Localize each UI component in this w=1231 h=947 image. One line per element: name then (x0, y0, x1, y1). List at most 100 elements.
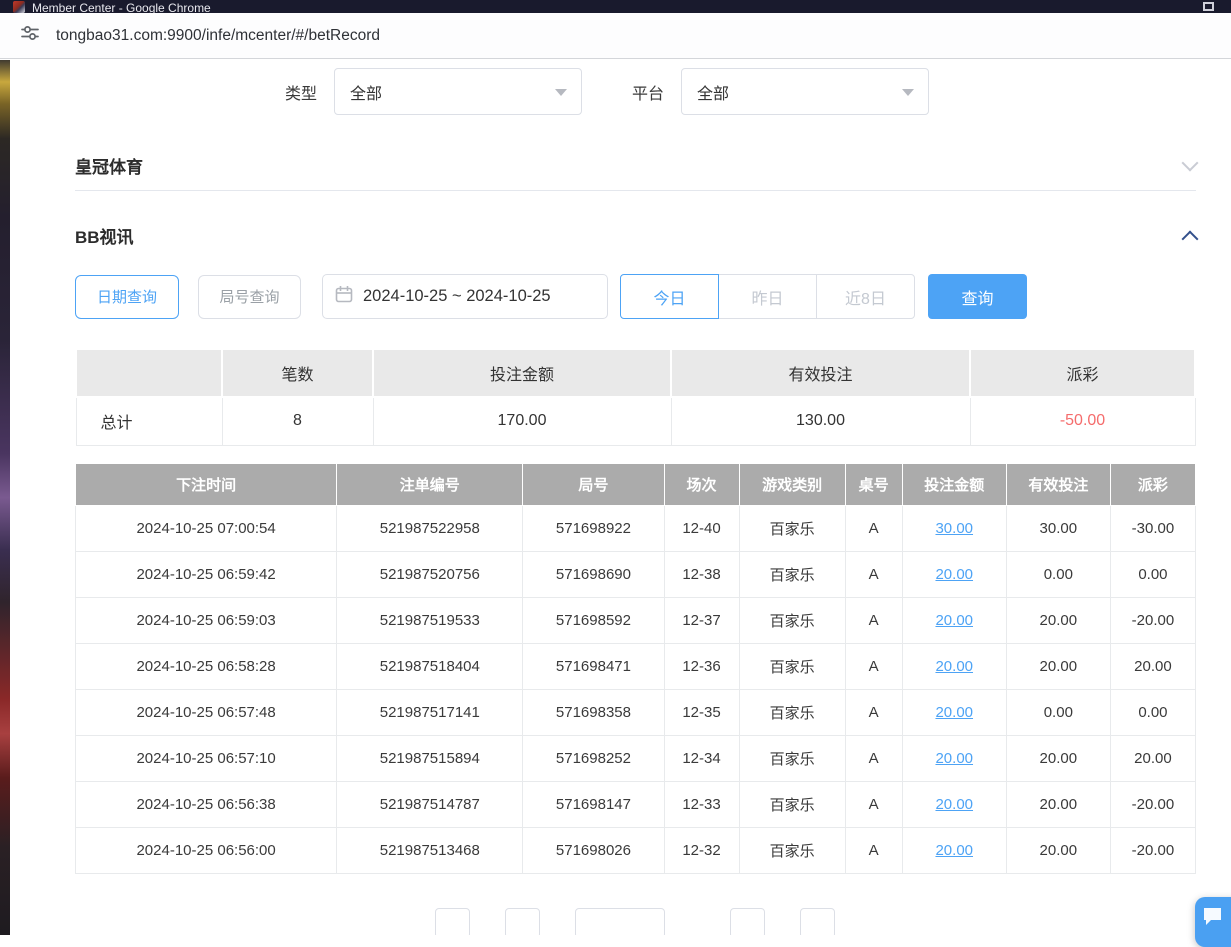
cell-time: 2024-10-25 06:57:10 (76, 735, 337, 781)
cell-game: 百家乐 (739, 827, 845, 873)
section-title: BB视讯 (75, 223, 134, 248)
cell-time: 2024-10-25 06:59:03 (76, 597, 337, 643)
pagination (435, 908, 1196, 936)
round-query-button[interactable]: 局号查询 (198, 275, 301, 319)
cell-round-id: 571698471 (523, 643, 664, 689)
table-row: 2024-10-25 06:56:00521987513468571698026… (76, 827, 1196, 873)
cell-bet-amount[interactable]: 20.00 (902, 689, 1006, 735)
last-8-days-button[interactable]: 近8日 (816, 274, 915, 319)
pagination-next-button[interactable] (730, 908, 765, 936)
cell-valid-bet: 30.00 (1006, 505, 1110, 551)
summary-bet-amount-value: 170.00 (373, 397, 671, 445)
cell-bet-id: 521987515894 (337, 735, 523, 781)
cell-bet-amount[interactable]: 20.00 (902, 643, 1006, 689)
cell-bet-amount[interactable]: 20.00 (902, 827, 1006, 873)
summary-valid-bet-value: 130.00 (671, 397, 970, 445)
cell-time: 2024-10-25 06:57:48 (76, 689, 337, 735)
cell-round-id: 571698147 (523, 781, 664, 827)
quick-date-group: 今日 昨日 近8日 (620, 274, 915, 319)
bet-table-column-header: 投注金额 (902, 463, 1006, 505)
summary-total-label: 总计 (76, 397, 222, 445)
window-titlebar: Member Center - Google Chrome (0, 0, 1231, 13)
cell-time: 2024-10-25 06:56:00 (76, 827, 337, 873)
cell-round-id: 571698690 (523, 551, 664, 597)
section-crown-sports[interactable]: 皇冠体育 (75, 141, 1196, 191)
summary-header-empty (76, 349, 222, 397)
bet-table-column-header: 派彩 (1110, 463, 1195, 505)
bet-table-header-row: 下注时间注单编号局号场次游戏类别桌号投注金额有效投注派彩 (76, 463, 1196, 505)
cell-table: A (845, 827, 902, 873)
pagination-jump-button[interactable] (800, 908, 835, 936)
cell-valid-bet: 20.00 (1006, 597, 1110, 643)
section-bb-video[interactable]: BB视讯 (75, 210, 1196, 260)
yesterday-button[interactable]: 昨日 (718, 274, 817, 319)
bet-table-column-header: 游戏类别 (739, 463, 845, 505)
search-button[interactable]: 查询 (928, 274, 1027, 319)
table-row: 2024-10-25 07:00:54521987522958571698922… (76, 505, 1196, 551)
cell-table: A (845, 643, 902, 689)
maximize-icon[interactable] (1203, 2, 1214, 11)
customer-service-widget[interactable] (1195, 897, 1231, 947)
cell-bet-id: 521987518404 (337, 643, 523, 689)
pagination-prev-button[interactable] (435, 908, 470, 936)
bet-record-page: 类型 全部 平台 全部 皇冠体育 BB视讯 日期查询 局号查询 (10, 60, 1231, 935)
bet-record-table: 下注时间注单编号局号场次游戏类别桌号投注金额有效投注派彩 2024-10-25 … (75, 463, 1196, 874)
cell-valid-bet: 0.00 (1006, 689, 1110, 735)
cell-session: 12-32 (664, 827, 739, 873)
cell-game: 百家乐 (739, 597, 845, 643)
cell-payout: 20.00 (1110, 643, 1195, 689)
cell-game: 百家乐 (739, 689, 845, 735)
table-row: 2024-10-25 06:56:38521987514787571698147… (76, 781, 1196, 827)
cell-bet-amount[interactable]: 20.00 (902, 597, 1006, 643)
window-title: Member Center - Google Chrome (32, 1, 211, 13)
platform-filter-label: 平台 (632, 80, 664, 104)
date-query-button[interactable]: 日期查询 (75, 275, 179, 319)
cell-payout: 20.00 (1110, 735, 1195, 781)
url-bar[interactable]: tongbao31.com:9900/infe/mcenter/#/betRec… (0, 13, 1231, 59)
cell-payout: 0.00 (1110, 689, 1195, 735)
bet-table-column-header: 桌号 (845, 463, 902, 505)
cell-round-id: 571698358 (523, 689, 664, 735)
bet-table-column-header: 有效投注 (1006, 463, 1110, 505)
app-icon (13, 1, 25, 13)
cell-bet-amount[interactable]: 20.00 (902, 551, 1006, 597)
summary-count-value: 8 (222, 397, 373, 445)
cell-session: 12-34 (664, 735, 739, 781)
table-row: 2024-10-25 06:58:28521987518404571698471… (76, 643, 1196, 689)
summary-table: 笔数 投注金额 有效投注 派彩 总计 8 170.00 130.00 -50.0… (75, 348, 1196, 446)
cell-table: A (845, 735, 902, 781)
cell-bet-amount[interactable]: 30.00 (902, 505, 1006, 551)
chevron-down-icon (902, 89, 914, 96)
summary-header-payout: 派彩 (970, 349, 1195, 397)
url-text[interactable]: tongbao31.com:9900/infe/mcenter/#/betRec… (56, 27, 380, 45)
date-range-input[interactable]: 2024-10-25 ~ 2024-10-25 (322, 274, 608, 319)
type-filter-label: 类型 (285, 80, 317, 104)
platform-select-value: 全部 (697, 80, 729, 104)
table-row: 2024-10-25 06:57:10521987515894571698252… (76, 735, 1196, 781)
pagination-size-select[interactable] (575, 908, 665, 936)
bet-table-body: 2024-10-25 07:00:54521987522958571698922… (76, 505, 1196, 873)
background-page-strip (0, 60, 10, 935)
cell-payout: -20.00 (1110, 597, 1195, 643)
platform-select[interactable]: 全部 (681, 68, 929, 115)
cell-session: 12-33 (664, 781, 739, 827)
type-select[interactable]: 全部 (334, 68, 582, 115)
table-row: 2024-10-25 06:59:42521987520756571698690… (76, 551, 1196, 597)
cell-table: A (845, 781, 902, 827)
site-settings-icon[interactable] (21, 25, 39, 46)
cell-round-id: 571698592 (523, 597, 664, 643)
date-range-value: 2024-10-25 ~ 2024-10-25 (363, 287, 551, 306)
chevron-up-icon[interactable] (1182, 230, 1199, 247)
cell-round-id: 571698922 (523, 505, 664, 551)
cell-payout: 0.00 (1110, 551, 1195, 597)
pagination-page-button[interactable] (505, 908, 540, 936)
cell-bet-amount[interactable]: 20.00 (902, 735, 1006, 781)
chevron-down-icon[interactable] (1182, 154, 1199, 171)
cell-bet-amount[interactable]: 20.00 (902, 781, 1006, 827)
cell-payout: -20.00 (1110, 827, 1195, 873)
cell-bet-id: 521987514787 (337, 781, 523, 827)
summary-header-row: 笔数 投注金额 有效投注 派彩 (76, 349, 1195, 397)
today-button[interactable]: 今日 (620, 274, 719, 319)
cell-table: A (845, 505, 902, 551)
cell-bet-id: 521987522958 (337, 505, 523, 551)
